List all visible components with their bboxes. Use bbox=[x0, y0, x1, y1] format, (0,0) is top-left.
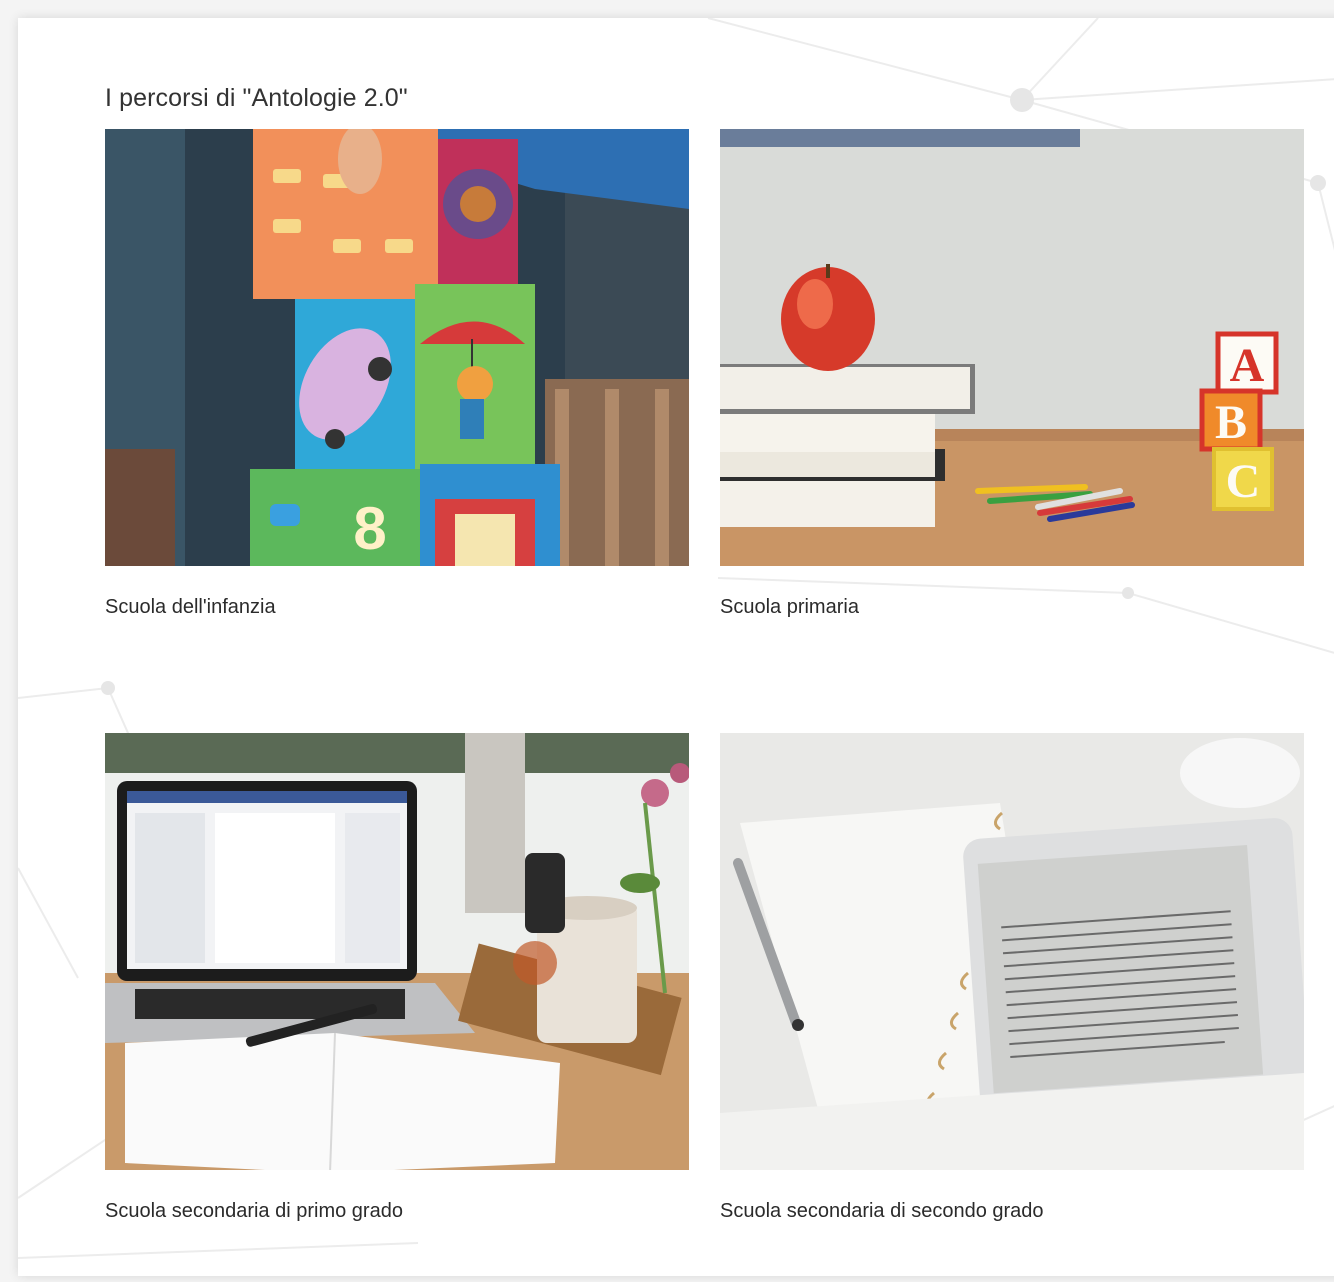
block-number-8: 8 bbox=[353, 495, 386, 562]
card-scuola-infanzia[interactable]: 8 Scuola dell'infanzia bbox=[105, 129, 689, 619]
block-letter-a: A bbox=[1230, 339, 1265, 392]
card-label: Scuola dell'infanzia bbox=[105, 596, 276, 618]
toy-blocks-image: 8 bbox=[105, 129, 689, 566]
content-panel: I percorsi di "Antologie 2.0" 8 Scuola d… bbox=[18, 18, 1334, 1276]
block-letter-c: C bbox=[1226, 455, 1261, 508]
card-label: Scuola primaria bbox=[720, 596, 859, 618]
apple-books-abc-image: A B C bbox=[720, 129, 1304, 566]
laptop-desk-image bbox=[105, 733, 689, 1170]
card-scuola-primaria[interactable]: A B C Scuola primaria bbox=[720, 129, 1304, 619]
block-letter-b: B bbox=[1215, 396, 1247, 449]
ereader-notebook-image bbox=[720, 733, 1304, 1170]
card-scuola-secondaria-primo-grado[interactable]: Scuola secondaria di primo grado bbox=[105, 733, 689, 1223]
section-title: I percorsi di "Antologie 2.0" bbox=[105, 84, 408, 112]
card-label: Scuola secondaria di secondo grado bbox=[720, 1200, 1044, 1222]
card-scuola-secondaria-secondo-grado[interactable]: Scuola secondaria di secondo grado bbox=[720, 733, 1304, 1223]
card-label: Scuola secondaria di primo grado bbox=[105, 1200, 403, 1222]
